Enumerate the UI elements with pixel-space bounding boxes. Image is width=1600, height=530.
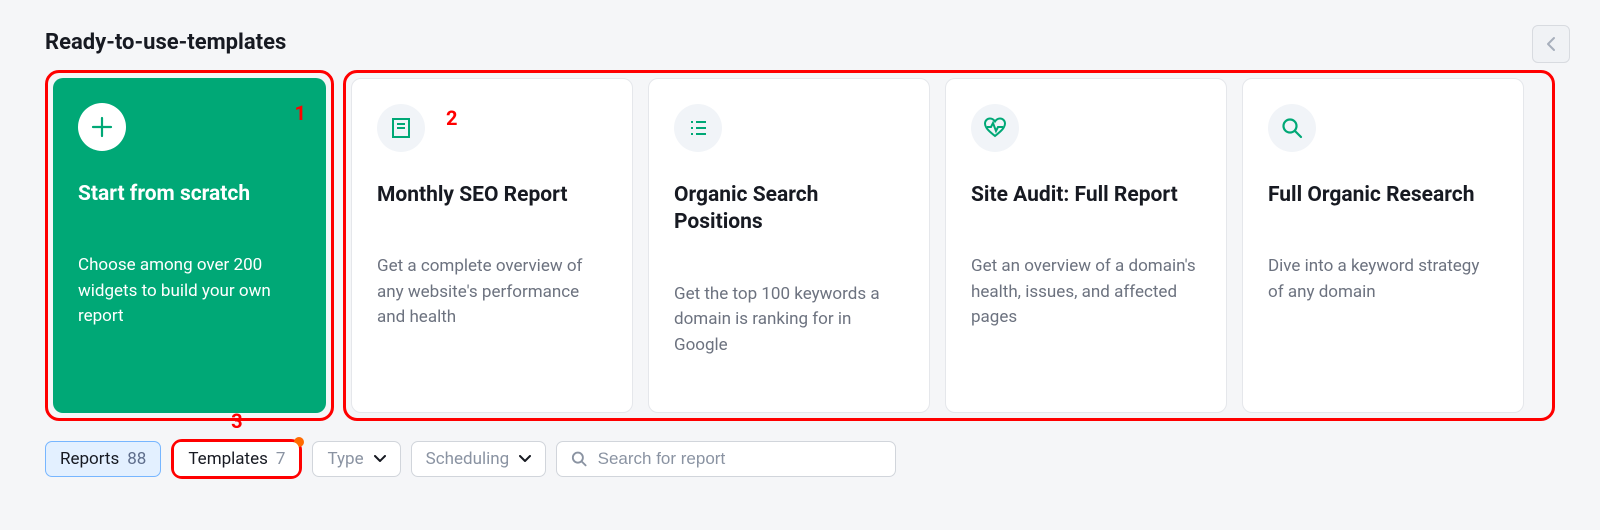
list-icon	[687, 117, 709, 139]
card-desc: Get the top 100 keywords a domain is ran…	[674, 282, 904, 359]
card-title: Start from scratch	[78, 181, 301, 208]
collapse-button[interactable]	[1532, 25, 1570, 63]
card-title: Monthly SEO Report	[377, 182, 607, 209]
card-desc: Get an overview of a domain's health, is…	[971, 254, 1201, 331]
tab-reports[interactable]: Reports 88	[45, 441, 161, 477]
tab-templates[interactable]: Templates 7	[174, 442, 299, 476]
card-monthly-seo[interactable]: Monthly SEO Report Get a complete overvi…	[351, 78, 633, 413]
annotation-box-1: 1 Start from scratch Choose among over 2…	[45, 70, 334, 421]
dropdown-scheduling[interactable]: Scheduling	[411, 441, 547, 477]
plus-icon	[91, 116, 113, 138]
annotation-number-2: 2	[446, 106, 457, 130]
section-title: Ready-to-use-templates	[45, 30, 1555, 55]
tab-reports-label: Reports	[60, 449, 119, 469]
filters-row: Reports 88 3 Templates 7 Type Scheduling	[45, 439, 1555, 479]
tab-templates-count: 7	[276, 449, 286, 469]
card-desc: Choose among over 200 widgets to build y…	[78, 253, 301, 330]
list-icon-wrap	[674, 104, 722, 152]
annotation-box-3: 3 Templates 7	[171, 439, 302, 479]
chevron-down-icon	[374, 455, 386, 463]
card-title: Site Audit: Full Report	[971, 182, 1201, 209]
search-icon	[1281, 117, 1303, 139]
tab-reports-count: 88	[127, 449, 146, 469]
heart-pulse-icon	[983, 117, 1007, 139]
annotation-number-3: 3	[231, 409, 242, 433]
chevron-down-icon	[519, 455, 531, 463]
dropdown-type-label: Type	[327, 449, 363, 469]
card-site-audit[interactable]: Site Audit: Full Report Get an overview …	[945, 78, 1227, 413]
card-organic-research[interactable]: Full Organic Research Dive into a keywor…	[1242, 78, 1524, 413]
card-title: Full Organic Research	[1268, 182, 1498, 209]
card-desc: Get a complete overview of any website's…	[377, 254, 607, 331]
plus-icon-wrap	[78, 103, 126, 151]
document-icon	[390, 117, 412, 139]
search-input[interactable]	[598, 449, 882, 469]
chevron-left-icon	[1546, 36, 1556, 52]
search-icon	[571, 450, 587, 468]
search-icon-wrap	[1268, 104, 1316, 152]
dropdown-scheduling-label: Scheduling	[426, 449, 510, 469]
card-organic-positions[interactable]: Organic Search Positions Get the top 100…	[648, 78, 930, 413]
health-icon-wrap	[971, 104, 1019, 152]
document-icon-wrap	[377, 104, 425, 152]
dropdown-type[interactable]: Type	[312, 441, 400, 477]
annotation-number-1: 1	[295, 101, 306, 125]
card-desc: Dive into a keyword strategy of any doma…	[1268, 254, 1498, 305]
cards-container: 1 Start from scratch Choose among over 2…	[45, 70, 1555, 421]
annotation-box-2: 2 Monthly SEO Report Get a complete over…	[343, 70, 1555, 421]
search-box[interactable]	[556, 441, 896, 477]
card-title: Organic Search Positions	[674, 182, 904, 237]
tab-templates-label: Templates	[188, 449, 268, 469]
card-start-from-scratch[interactable]: Start from scratch Choose among over 200…	[53, 78, 326, 413]
